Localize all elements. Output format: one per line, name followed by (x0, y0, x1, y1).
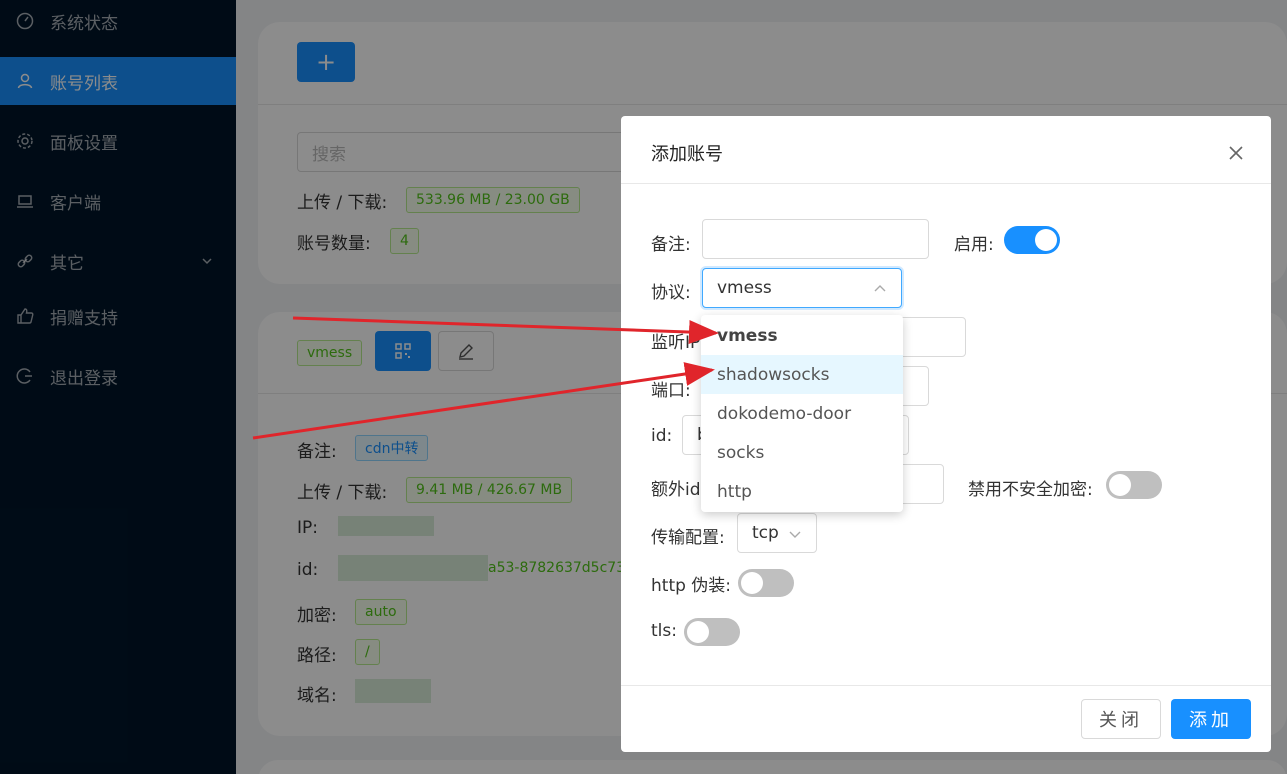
port-label: 端口: (651, 381, 691, 401)
switch-knob (1109, 474, 1131, 496)
close-icon[interactable] (1227, 144, 1245, 162)
id-field-label: id: (651, 426, 673, 446)
enable-label: 启用: (954, 235, 994, 255)
chevron-down-icon (788, 526, 802, 546)
transport-select[interactable]: tcp (737, 513, 817, 553)
disable-insecure-label: 禁用不安全加密: (968, 480, 1093, 500)
add-button[interactable]: 添加 (1171, 699, 1251, 739)
protocol-select-value: vmess (717, 278, 772, 298)
listen-ip-label: 监听IP (651, 333, 701, 353)
modal-header-divider (621, 183, 1271, 184)
alter-id-label: 额外id (651, 480, 701, 500)
disable-insecure-switch[interactable] (1106, 471, 1162, 499)
http-camouflage-switch[interactable] (738, 569, 794, 597)
switch-knob (1035, 229, 1057, 251)
close-button[interactable]: 关闭 (1081, 699, 1161, 739)
remark-field[interactable] (702, 219, 929, 259)
chevron-up-icon (873, 281, 887, 301)
switch-knob (687, 621, 709, 643)
enable-switch[interactable] (1004, 226, 1060, 254)
transport-select-value: tcp (752, 523, 779, 543)
transport-label: 传输配置: (651, 528, 725, 548)
http-camouflage-label: http 伪装: (651, 576, 732, 596)
protocol-dropdown: vmess shadowsocks dokodemo-door socks ht… (701, 315, 903, 512)
protocol-select[interactable]: vmess (702, 268, 902, 308)
tls-label: tls: (651, 621, 677, 641)
protocol-option-vmess[interactable]: vmess (701, 316, 903, 355)
protocol-option-socks[interactable]: socks (701, 433, 903, 472)
switch-knob (741, 572, 763, 594)
protocol-option-dokodemo-door[interactable]: dokodemo-door (701, 394, 903, 433)
protocol-option-http[interactable]: http (701, 472, 903, 511)
protocol-label: 协议: (651, 283, 691, 303)
protocol-option-shadowsocks[interactable]: shadowsocks (701, 355, 903, 394)
modal-footer-divider (621, 685, 1271, 686)
tls-switch[interactable] (684, 618, 740, 646)
remark-field-label: 备注: (651, 235, 691, 255)
modal-title: 添加账号 (651, 144, 723, 165)
